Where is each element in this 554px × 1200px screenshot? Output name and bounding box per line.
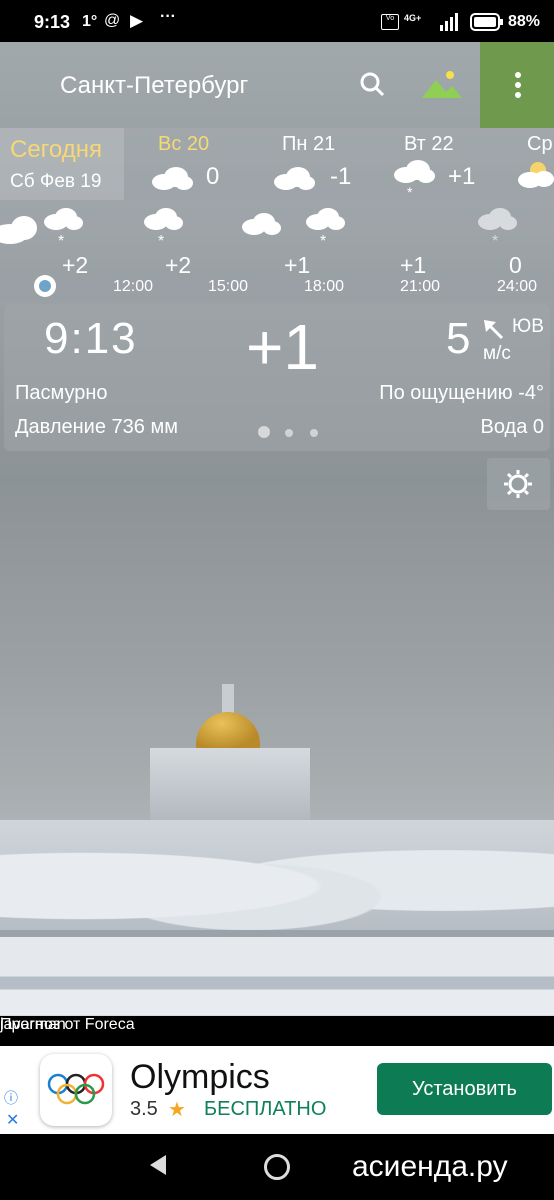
hourly-time: 24:00	[497, 278, 538, 295]
tab-day-label[interactable]: Вт 22	[404, 133, 454, 156]
photo-frozen-river	[0, 930, 554, 1015]
current-time-marker	[34, 275, 56, 297]
cloud-icon	[274, 167, 315, 190]
ad-close-icon[interactable]: ✕	[6, 1110, 19, 1130]
search-button[interactable]	[356, 68, 390, 102]
status-time: 9:13	[34, 12, 71, 32]
tab-day-label[interactable]: Пн 21	[282, 133, 335, 156]
hourly-temp: 0	[509, 252, 522, 278]
ad-rating: 3.5	[130, 1098, 158, 1120]
current-temperature: +1	[246, 311, 319, 383]
home-icon[interactable]	[264, 1154, 290, 1180]
hourly-time: 15:00	[208, 278, 249, 295]
hourly-temp: +2	[62, 252, 89, 278]
today-date: Сб Фев 19	[10, 171, 102, 192]
day-temp: +1	[448, 163, 476, 190]
hourly-temp: +2	[165, 252, 192, 278]
snow-cloud-icon: *	[144, 208, 183, 248]
tab-day-label[interactable]: Ср	[527, 133, 553, 156]
svg-text:*: *	[158, 233, 164, 248]
menu-dot-icon	[515, 92, 521, 98]
wind-speed: 5	[446, 314, 471, 363]
play-icon: ▶	[130, 11, 144, 30]
day-temp: 0	[206, 163, 220, 190]
at-icon: @	[104, 12, 121, 29]
network-label: 4G+	[404, 13, 422, 23]
tab-day-label[interactable]: Вс 20	[158, 133, 209, 156]
hourly-time: 21:00	[400, 278, 441, 295]
cloud-icon	[242, 213, 281, 235]
pressure: Давление 736 мм	[15, 416, 178, 438]
page-dot	[310, 429, 318, 437]
snow-cloud-icon: *	[44, 208, 83, 248]
menu-dot-icon	[515, 82, 521, 88]
overflow-menu-button[interactable]	[480, 42, 554, 128]
svg-text:*: *	[492, 233, 498, 248]
olympic-rings-icon	[47, 1073, 105, 1105]
cloud-icon	[0, 216, 37, 244]
signal-icon	[440, 13, 458, 31]
snow-cloud-icon: *	[394, 160, 435, 198]
forecast-provider[interactable]: Прогноз от Foreca	[0, 1016, 135, 1034]
sun-icon	[504, 470, 532, 498]
wind-direction: ЮВ	[512, 316, 544, 337]
battery-level: 88%	[508, 13, 541, 30]
status-temp: 1°	[82, 13, 98, 30]
sun-button[interactable]	[487, 458, 550, 510]
city-title[interactable]: Санкт-Петербург	[60, 72, 248, 100]
ad-title[interactable]: Olympics	[130, 1058, 270, 1097]
more-notifications: ···	[160, 8, 176, 25]
feels-like: По ощущению -4°	[379, 382, 544, 404]
wind-direction-icon	[484, 320, 504, 340]
volte-icon: Vo	[381, 14, 399, 30]
battery-icon	[470, 13, 503, 31]
wind-unit: м/с	[483, 343, 511, 364]
hourly-temp: +1	[400, 252, 427, 278]
watermark: асиенда.ру	[352, 1150, 508, 1183]
star-icon: ★	[168, 1099, 186, 1121]
ad-info-icon[interactable]: ⓘ	[4, 1088, 18, 1108]
back-icon[interactable]	[150, 1155, 166, 1175]
svg-text:*: *	[58, 233, 64, 248]
condition-text: Пасмурно	[15, 382, 108, 404]
search-icon	[360, 72, 385, 97]
day-temp: -1	[330, 163, 352, 190]
page-dot	[285, 429, 293, 437]
ad-app-icon[interactable]	[40, 1054, 112, 1126]
cloud-icon	[152, 167, 193, 190]
photo-snowy-trees	[0, 820, 554, 930]
hourly-time: 12:00	[113, 278, 154, 295]
snow-cloud-icon: *	[306, 208, 345, 248]
hourly-temp: +1	[284, 252, 311, 278]
status-bar: 9:13 1° @ ▶ ··· Vo 4G+ 88%	[0, 0, 554, 42]
landscape-icon	[422, 71, 462, 98]
menu-dot-icon	[515, 72, 521, 78]
today-label: Сегодня	[10, 136, 102, 163]
page-dot	[258, 426, 270, 438]
partly-cloudy-icon	[518, 162, 554, 188]
install-button[interactable]: Установить	[377, 1063, 552, 1115]
photo-cupola	[222, 684, 234, 714]
svg-text:*: *	[320, 233, 326, 248]
photo-golden-dome	[196, 712, 260, 750]
water-temp: Вода 0	[480, 416, 545, 438]
ad-price: БЕСПЛАТНО	[204, 1098, 327, 1120]
svg-text:*: *	[407, 184, 413, 198]
current-time: 9:13	[44, 314, 138, 363]
hourly-time: 18:00	[304, 278, 345, 295]
background-photo-button[interactable]	[420, 64, 464, 104]
snow-cloud-icon: *	[478, 208, 517, 248]
